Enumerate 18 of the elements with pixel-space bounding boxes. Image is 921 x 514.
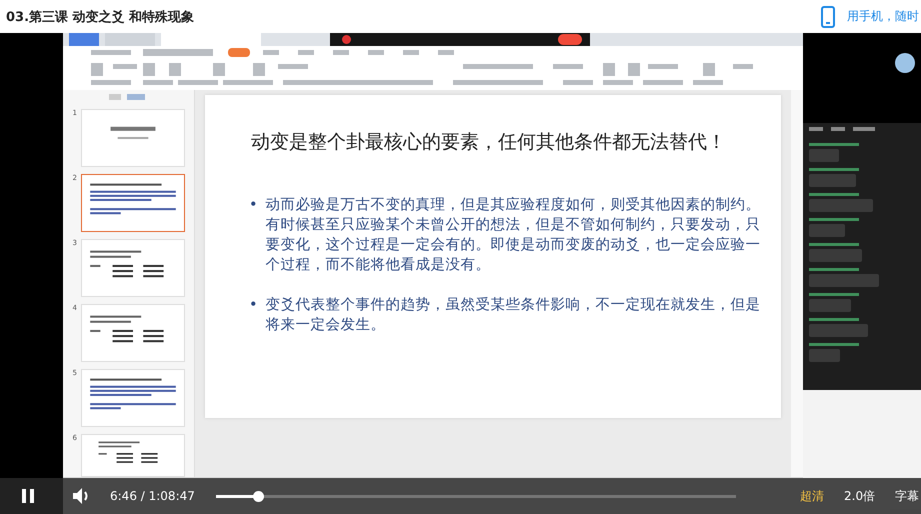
mobile-link[interactable]: 用手机，随时	[821, 6, 921, 28]
speed-button[interactable]: 2.0倍	[844, 488, 876, 504]
quality-button[interactable]: 超清	[800, 488, 824, 504]
slide-thumbnail[interactable]	[81, 174, 185, 232]
slide-bullet: 变爻代表整个事件的趋势，虽然受某些条件影响，不一定现在就发生，但是将来一定会发生。	[266, 296, 762, 335]
avatar-icon	[895, 53, 915, 73]
progress-handle[interactable]	[252, 490, 264, 502]
subtitles-button[interactable]: 字幕	[895, 488, 920, 504]
lesson-title: 03.第三课 动变之爻 和特殊现象	[6, 8, 194, 26]
playback-time: 6:46 / 1:08:47	[110, 489, 196, 503]
bullet-marker: •	[249, 296, 258, 315]
slide-bullet: 动而必验是万古不变的真理，但是其应验程度如何，则受其他因素的制约。有时候甚至只应验某个未曾公开的想法，但是不管如何制约，只要发动，只要变化，这个过程是一定会有的。即使是动而变废的动爻，也一定会应验一个过程，而不能将他看成是没有。	[266, 196, 762, 275]
slide-title: 动变是整个卦最核心的要素，任何其他条件都无法替代！	[251, 130, 727, 155]
phone-icon	[821, 6, 835, 28]
pause-icon[interactable]	[21, 488, 35, 504]
bullet-marker: •	[249, 196, 258, 215]
stop-button[interactable]	[558, 34, 582, 45]
record-icon[interactable]	[342, 35, 351, 44]
